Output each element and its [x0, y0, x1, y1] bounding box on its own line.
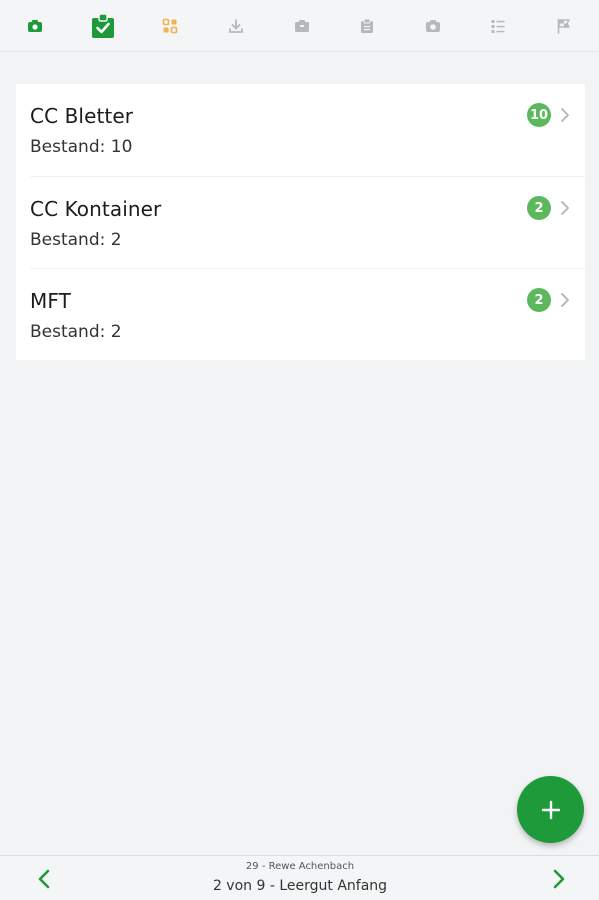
inventory-list: CC Bletter Bestand: 10 10 CC Kontainer B… — [16, 84, 585, 360]
store-label: 29 - Rewe Achenbach — [245, 861, 355, 872]
count-badge: 2 — [527, 288, 551, 312]
item-subtitle: Bestand: 10 — [30, 137, 133, 157]
download-icon[interactable] — [225, 15, 247, 37]
step-info: 29 - Rewe Achenbach 2 von 9 - Leergut An… — [150, 860, 450, 896]
clipboard-icon[interactable] — [356, 15, 378, 37]
count-badge: 10 — [527, 103, 551, 127]
list-item[interactable]: MFT Bestand: 2 2 — [30, 268, 585, 360]
top-toolbar — [0, 0, 599, 52]
chevron-right-icon — [561, 293, 569, 307]
item-title: CC Kontainer — [30, 197, 162, 221]
add-button[interactable] — [517, 776, 584, 843]
camera-bag-icon[interactable] — [24, 15, 46, 37]
checklist-icon[interactable] — [487, 15, 509, 37]
flag-icon[interactable] — [553, 15, 575, 37]
chevron-right-icon — [561, 201, 569, 215]
plus-icon — [541, 800, 560, 819]
chevron-left-icon — [38, 869, 50, 889]
item-subtitle: Bestand: 2 — [30, 230, 122, 250]
count-badge: 2 — [527, 196, 551, 220]
item-title: CC Bletter — [30, 104, 134, 128]
step-label: 2 von 9 - Leergut Anfang — [212, 878, 388, 894]
chevron-right-icon — [553, 869, 565, 889]
clipboard-check-icon[interactable] — [90, 12, 116, 39]
list-item[interactable]: CC Bletter Bestand: 10 10 — [16, 84, 585, 176]
item-subtitle: Bestand: 2 — [30, 322, 122, 342]
next-step-button[interactable] — [549, 868, 569, 890]
camera-icon[interactable] — [422, 15, 444, 37]
grid-icon[interactable] — [159, 15, 181, 37]
chevron-right-icon — [561, 108, 569, 122]
bottom-nav-bar: 29 - Rewe Achenbach 2 von 9 - Leergut An… — [0, 855, 599, 900]
list-item[interactable]: CC Kontainer Bestand: 2 2 — [30, 176, 585, 268]
item-title: MFT — [30, 289, 71, 313]
box-icon[interactable] — [291, 15, 313, 37]
previous-step-button[interactable] — [34, 868, 54, 890]
